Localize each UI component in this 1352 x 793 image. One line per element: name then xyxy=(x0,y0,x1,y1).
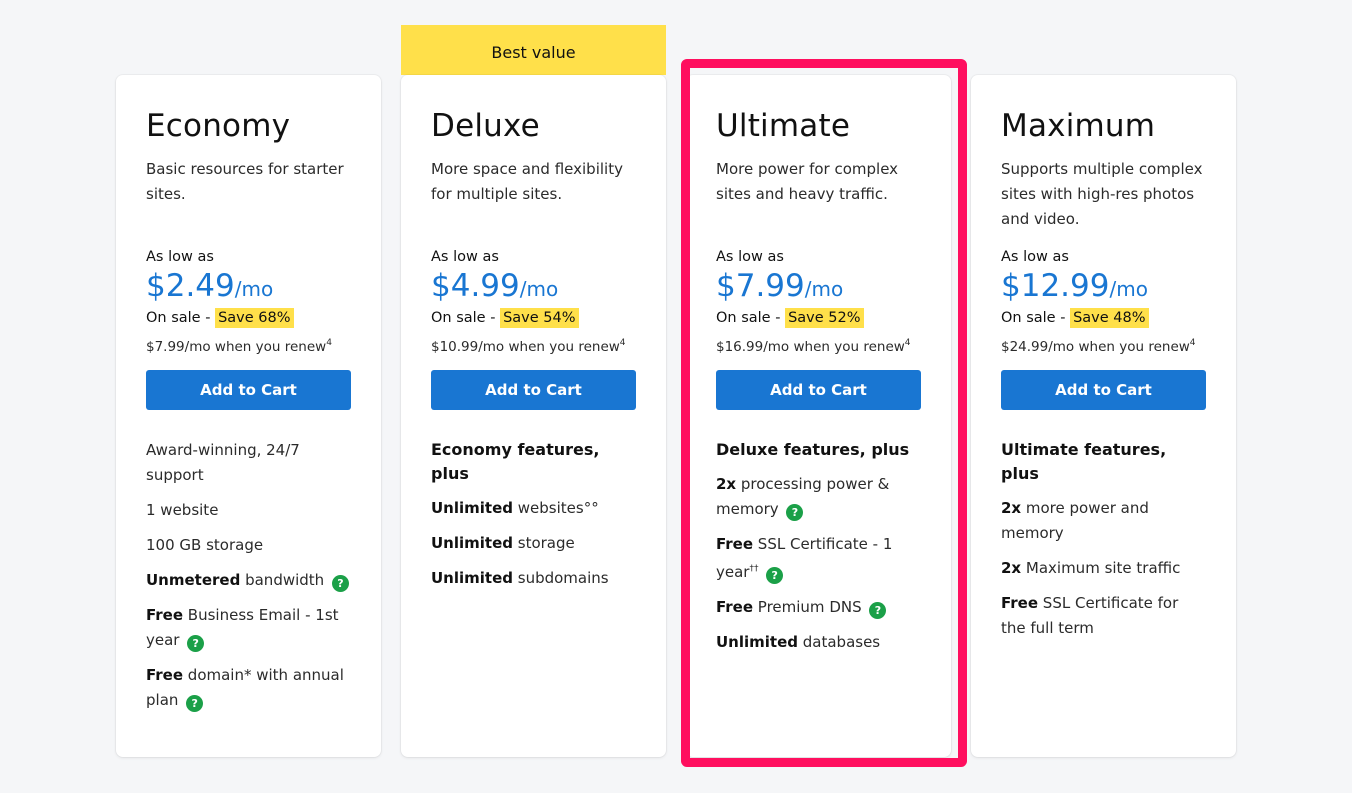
feature-item: Free SSL Certificate for the full term xyxy=(1001,594,1179,637)
add-to-cart-button[interactable]: Add to Cart xyxy=(716,370,921,410)
sale-line: On sale - Save 52% xyxy=(716,306,921,330)
plan-card-economy: Economy Basic resources for starter site… xyxy=(116,75,381,757)
price-amount: $12.99 xyxy=(1001,268,1110,304)
price: $4.99/mo xyxy=(431,268,636,304)
help-icon[interactable]: ? xyxy=(786,504,804,521)
feature-item: 1 website xyxy=(146,501,219,519)
features-heading: Deluxe features, plus xyxy=(716,440,910,459)
plan-description: Supports multiple complex sites with hig… xyxy=(1001,160,1203,228)
price-amount: $2.49 xyxy=(146,268,235,304)
plan-card-ultimate: Ultimate More power for complex sites an… xyxy=(686,75,951,757)
plan-name: Deluxe xyxy=(431,108,540,144)
feature-item: 2x processing power & memory ? xyxy=(716,475,890,521)
save-badge: Save 48% xyxy=(1070,308,1149,328)
renew-price: $24.99/mo when you renew4 xyxy=(1001,338,1196,355)
price: $2.49/mo xyxy=(146,268,351,304)
on-sale-label: On sale - xyxy=(146,310,216,326)
feature-item: Free Premium DNS ? xyxy=(716,595,921,620)
save-badge: Save 68% xyxy=(215,308,294,328)
sale-line: On sale - Save 48% xyxy=(1001,306,1206,330)
renew-price: $10.99/mo when you renew4 xyxy=(431,338,626,355)
feature-item: Free SSL Certificate - 1 year†† ? xyxy=(716,535,893,584)
price: $12.99/mo xyxy=(1001,268,1206,304)
help-icon[interactable]: ? xyxy=(331,575,349,592)
price-period: /mo xyxy=(234,277,274,301)
price-amount: $4.99 xyxy=(431,268,520,304)
plan-name: Economy xyxy=(146,108,291,144)
ribbon-label: Best value xyxy=(491,43,576,62)
price: $7.99/mo xyxy=(716,268,921,304)
as-low-label: As low as xyxy=(431,249,499,265)
help-icon[interactable]: ? xyxy=(766,567,784,584)
plan-description: Basic resources for starter sites. xyxy=(146,160,344,203)
price-period: /mo xyxy=(1109,277,1148,301)
feature-list: Economy features, plus Unlimited website… xyxy=(431,438,636,591)
feature-list: Ultimate features, plus 2x more power an… xyxy=(1001,438,1206,641)
on-sale-label: On sale - xyxy=(1001,310,1071,326)
feature-list: Award-winning, 24/7 support 1 website 10… xyxy=(146,438,351,713)
save-badge: Save 52% xyxy=(785,308,864,328)
help-icon[interactable]: ? xyxy=(187,635,205,652)
add-to-cart-button[interactable]: Add to Cart xyxy=(1001,370,1206,410)
plan-card-maximum: Maximum Supports multiple complex sites … xyxy=(971,75,1236,757)
help-icon[interactable]: ? xyxy=(186,695,204,712)
plan-description: More space and flexibility for multiple … xyxy=(431,160,623,203)
renew-price: $7.99/mo when you renew4 xyxy=(146,338,332,355)
feature-item: Award-winning, 24/7 support xyxy=(146,441,300,484)
feature-item: Free Business Email - 1st year ? xyxy=(146,606,339,652)
feature-item: 2x Maximum site traffic xyxy=(1001,559,1181,577)
feature-item: 100 GB storage xyxy=(146,536,264,554)
price-period: /mo xyxy=(519,277,559,301)
price-amount: $7.99 xyxy=(716,268,805,304)
plan-card-deluxe: Deluxe More space and flexibility for mu… xyxy=(401,75,666,757)
add-to-cart-button[interactable]: Add to Cart xyxy=(431,370,636,410)
as-low-label: As low as xyxy=(1001,249,1069,265)
feature-item: Unmetered bandwidth ? xyxy=(146,568,351,593)
plan-description: More power for complex sites and heavy t… xyxy=(716,160,899,203)
sale-line: On sale - Save 68% xyxy=(146,306,351,330)
save-badge: Save 54% xyxy=(500,308,579,328)
on-sale-label: On sale - xyxy=(716,310,786,326)
plan-name: Maximum xyxy=(1001,108,1156,144)
feature-item: 2x more power and memory xyxy=(1001,499,1149,542)
price-period: /mo xyxy=(804,277,844,301)
feature-item: Unlimited storage xyxy=(431,534,575,552)
add-to-cart-button[interactable]: Add to Cart xyxy=(146,370,351,410)
plan-name: Ultimate xyxy=(716,108,851,144)
as-low-label: As low as xyxy=(716,249,784,265)
feature-item: Free domain* with annual plan ? xyxy=(146,666,344,712)
feature-item: Unlimited websites°° xyxy=(431,499,599,517)
help-icon[interactable]: ? xyxy=(869,602,887,619)
feature-item: Unlimited subdomains xyxy=(431,569,609,587)
features-heading: Ultimate features, plus xyxy=(1001,440,1167,483)
features-heading: Economy features, plus xyxy=(431,440,600,483)
on-sale-label: On sale - xyxy=(431,310,501,326)
renew-price: $16.99/mo when you renew4 xyxy=(716,338,911,355)
best-value-ribbon: Best value xyxy=(401,25,666,84)
as-low-label: As low as xyxy=(146,249,214,265)
sale-line: On sale - Save 54% xyxy=(431,306,636,330)
feature-item: Unlimited databases xyxy=(716,633,881,651)
feature-list: Deluxe features, plus 2x processing powe… xyxy=(716,438,921,655)
